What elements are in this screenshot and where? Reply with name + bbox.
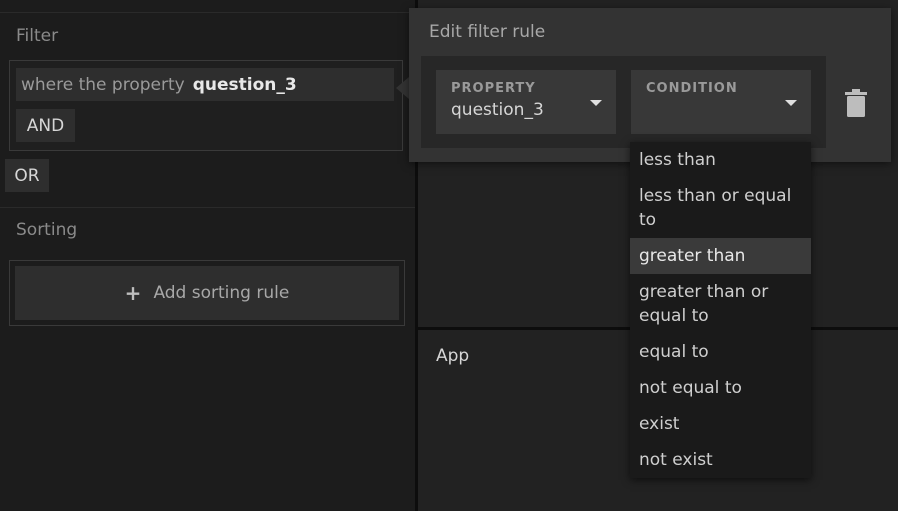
add-sorting-rule-label: Add sorting rule <box>153 283 290 303</box>
property-select-content: PROPERTY question_3 <box>436 70 616 134</box>
option-greater-than-or-equal-line2[interactable]: equal to <box>630 304 811 328</box>
filter-rule-prefix: where the property <box>21 74 185 95</box>
or-button[interactable]: OR <box>5 159 49 192</box>
divider <box>0 207 415 208</box>
condition-select-content: CONDITION <box>631 70 811 134</box>
divider <box>0 12 415 13</box>
option-not-exist[interactable]: not exist <box>630 448 811 472</box>
option-not-equal-to[interactable]: not equal to <box>630 376 811 400</box>
option-equal-to[interactable]: equal to <box>630 340 811 364</box>
chevron-down-icon <box>785 100 797 106</box>
option-greater-than[interactable]: greater than <box>630 238 811 274</box>
app-panel-title: App <box>436 346 470 366</box>
add-sorting-rule-button[interactable]: + Add sorting rule <box>15 266 399 320</box>
sorting-section-title: Sorting <box>16 220 78 240</box>
property-value: question_3 <box>451 100 544 120</box>
option-less-than[interactable]: less than <box>630 148 811 172</box>
popover-arrow <box>396 77 409 99</box>
plus-icon: + <box>124 281 142 305</box>
option-greater-than-or-equal-line1[interactable]: greater than or <box>630 280 811 304</box>
and-button[interactable]: AND <box>16 109 75 142</box>
app-root: Filter where the property question_3 AND… <box>0 0 898 511</box>
popover-title: Edit filter rule <box>429 22 546 42</box>
filter-rule-property: question_3 <box>192 74 297 95</box>
filter-section-title: Filter <box>16 26 59 46</box>
trash-icon[interactable] <box>845 89 867 117</box>
option-less-than-or-equal-line1[interactable]: less than or equal <box>630 184 811 208</box>
option-exist[interactable]: exist <box>630 412 811 436</box>
option-less-than-or-equal-line2[interactable]: to <box>630 208 811 232</box>
condition-caption: CONDITION <box>646 81 738 96</box>
filter-rule-row[interactable]: where the property question_3 <box>16 68 394 101</box>
chevron-down-icon <box>590 100 602 106</box>
property-caption: PROPERTY <box>451 81 536 96</box>
